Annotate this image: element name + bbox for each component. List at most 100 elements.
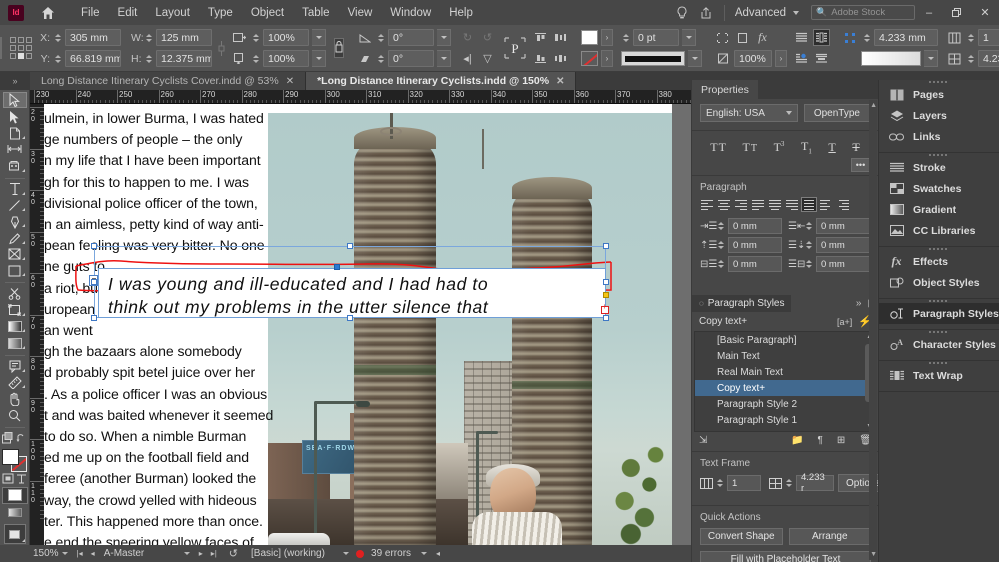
direct-selection-tool[interactable] (3, 109, 27, 124)
gap-tool[interactable] (3, 142, 27, 157)
scale-x-input[interactable]: 100% (263, 29, 309, 46)
gutter-input[interactable]: 4.233 mm (978, 50, 999, 67)
fill-stroke-swap-row[interactable] (0, 431, 30, 446)
arrange-button[interactable]: Arrange (788, 528, 871, 545)
constrain-scale-icon[interactable] (334, 38, 344, 58)
effects-fx-icon[interactable]: fx (754, 29, 771, 46)
last-line-indent-stepper[interactable] (804, 237, 813, 253)
share-icon[interactable] (694, 0, 718, 25)
dock-item-links[interactable]: Links (879, 126, 999, 147)
dock-item-paragraph-styles[interactable]: Paragraph Styles (879, 303, 999, 324)
scale-y-dropdown[interactable] (312, 50, 326, 67)
close-icon[interactable]: ✕ (286, 76, 294, 87)
fill-stroke-selector[interactable] (1, 449, 28, 473)
y-input[interactable]: 66.819 mm (65, 50, 121, 67)
opentype-button[interactable]: OpenType (803, 104, 870, 122)
text-wrap-object-shape-icon[interactable] (793, 50, 810, 67)
paragraph-styles-list[interactable]: [Basic Paragraph] Main Text Real Main Te… (694, 331, 877, 432)
corner-style-preview[interactable] (861, 51, 921, 66)
stroke-style-preview[interactable] (621, 51, 685, 66)
measure-tool[interactable] (3, 375, 27, 390)
preflight-profile-selector[interactable]: [Basic] (working) (248, 548, 352, 559)
menu-help[interactable]: Help (440, 4, 482, 22)
dock-item-character-styles[interactable]: A Character Styles (879, 334, 999, 355)
document-tab-main[interactable]: *Long Distance Itinerary Cyclists.indd @… (306, 72, 577, 90)
menu-layout[interactable]: Layout (146, 4, 199, 22)
placed-image[interactable]: SEA·F·RDW·N (268, 113, 672, 545)
y-stepper[interactable] (53, 51, 62, 67)
align-bottom-edges-icon[interactable] (532, 50, 549, 67)
workspace-switcher[interactable]: Advanced (731, 7, 803, 19)
list-item[interactable]: Real Main Text (695, 364, 876, 380)
handle-corner-options[interactable] (603, 292, 609, 298)
dock-grip[interactable] (929, 248, 949, 250)
dock-grip[interactable] (929, 331, 949, 333)
rotation-dropdown[interactable] (437, 29, 451, 46)
previous-page-icon[interactable]: ◂ (89, 549, 97, 558)
underline-icon[interactable]: T (828, 140, 835, 155)
right-indent-input[interactable]: 0 mm (816, 218, 870, 235)
shear-dropdown[interactable] (437, 50, 451, 67)
rotate-90-cw-icon[interactable]: ↺ (479, 29, 496, 46)
last-page-icon[interactable]: ▸| (209, 549, 219, 558)
dock-item-swatches[interactable]: Swatches (879, 178, 999, 199)
scissors-tool[interactable] (3, 286, 27, 301)
hand-tool[interactable] (3, 391, 27, 406)
gradient-swatch-tool[interactable] (3, 319, 27, 334)
subscript-icon[interactable]: T1 (801, 139, 812, 155)
free-transform-tool[interactable] (3, 303, 27, 318)
stroke-weight-dropdown[interactable] (682, 29, 696, 46)
rectangle-tool[interactable] (3, 263, 27, 278)
w-input[interactable]: 125 mm (156, 29, 212, 46)
justify-all-icon[interactable] (801, 197, 817, 213)
text-wrap-none-icon[interactable] (793, 29, 810, 46)
strikethrough-icon[interactable]: T (852, 140, 859, 155)
pen-tool[interactable] (3, 214, 27, 229)
minimize-button[interactable]: – (915, 0, 943, 25)
fill-swatch-dropdown[interactable]: › (601, 29, 613, 46)
text-frame-columns-stepper[interactable] (717, 475, 723, 491)
scale-y-stepper[interactable] (251, 51, 260, 67)
dock-item-pages[interactable]: Pages (879, 84, 999, 105)
w-stepper[interactable] (144, 30, 153, 46)
flip-vertical-icon[interactable]: ▽ (479, 50, 496, 67)
select-content-icon[interactable] (714, 29, 731, 46)
story-text-column[interactable]: ulmein, in lower Burma, I was hated ge nu… (44, 108, 280, 545)
dock-grip[interactable] (929, 154, 949, 156)
properties-scrollbar-track[interactable]: ▲ ▼ (869, 100, 877, 560)
corner-style-dropdown[interactable] (924, 50, 938, 67)
shear-stepper[interactable] (376, 51, 385, 67)
stroke-swatch-dropdown[interactable]: › (601, 50, 613, 67)
text-frame-columns-input[interactable]: 1 (727, 475, 761, 491)
scroll-up-icon[interactable]: ▲ (870, 102, 877, 109)
distribute-spacing-icon[interactable] (552, 50, 569, 67)
space-before-input[interactable]: 0 mm (728, 256, 782, 273)
restore-button[interactable] (943, 0, 971, 25)
handle-top-left[interactable] (91, 243, 97, 249)
menu-type[interactable]: Type (199, 4, 242, 22)
menu-file[interactable]: File (72, 4, 109, 22)
align-left-icon[interactable] (699, 197, 715, 212)
close-button[interactable]: ✕ (971, 0, 999, 25)
apply-gradient-button[interactable] (3, 505, 27, 520)
zoom-tool[interactable] (3, 408, 27, 423)
folder-icon[interactable]: 📁 (791, 435, 803, 446)
control-bar-grip[interactable] (0, 25, 2, 72)
stroke-swatch[interactable] (581, 51, 598, 66)
opacity-dropdown[interactable]: › (775, 50, 787, 67)
space-before-stepper[interactable] (716, 256, 725, 272)
vertical-ruler[interactable]: 20 30 40 50 60 70 80 90 100 110 (30, 104, 44, 545)
tabbar-expand-icon[interactable]: » (0, 72, 30, 90)
text-frame-gutter-stepper[interactable] (786, 475, 792, 491)
lightbulb-icon[interactable] (670, 0, 694, 25)
document-tab-cover[interactable]: Long Distance Itinerary Cyclists Cover.i… (30, 72, 307, 90)
dock-item-cc-libraries[interactable]: CC Libraries (879, 220, 999, 241)
list-item[interactable]: [Basic Paragraph] (695, 332, 876, 348)
list-item[interactable]: Main Text (695, 348, 876, 364)
space-after-input[interactable]: 0 mm (816, 256, 870, 273)
frame-tool[interactable] (3, 247, 27, 262)
shear-input[interactable]: 0° (388, 50, 434, 67)
horizontal-ruler[interactable]: 230 240 250 260 270 280 290 300 310 320 330 340 350 3… (30, 90, 691, 104)
reference-point-selector[interactable] (10, 37, 32, 59)
fill-with-placeholder-text-button[interactable]: Fill with Placeholder Text (700, 551, 871, 562)
